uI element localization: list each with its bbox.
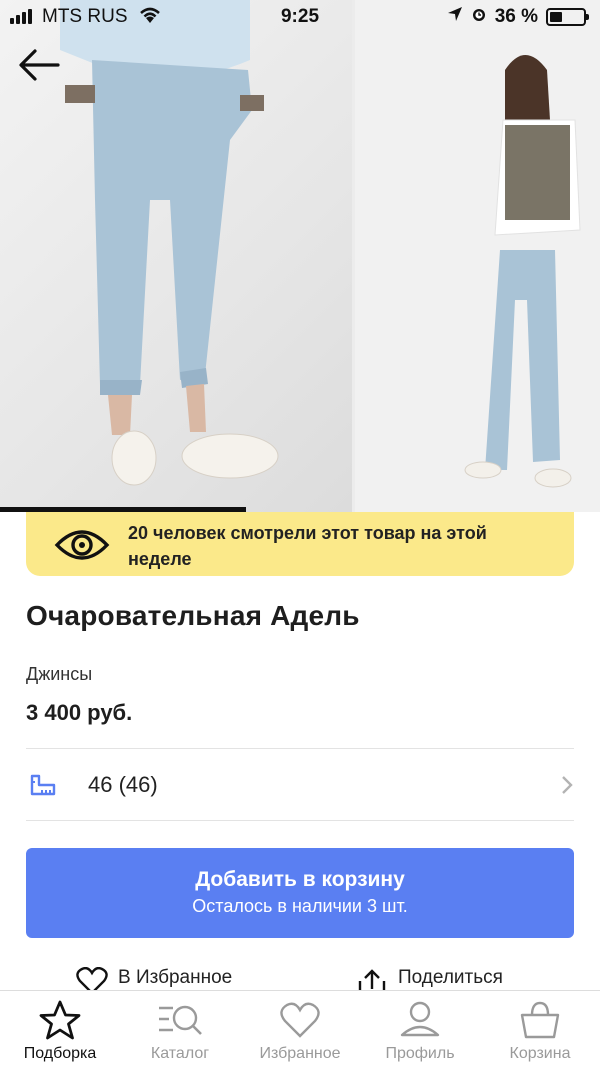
size-value: 46 (46) xyxy=(88,772,158,797)
add-to-cart-label: Добавить в корзину xyxy=(195,868,405,891)
chevron-right-icon xyxy=(560,774,574,801)
star-icon xyxy=(39,1000,81,1040)
alarm-icon xyxy=(471,6,487,28)
product-photo-secondary[interactable] xyxy=(355,0,600,512)
add-to-favorites-label: В Избранное xyxy=(118,967,233,988)
heart-icon xyxy=(76,967,108,990)
tab-favorites[interactable]: Избранное xyxy=(240,991,360,1063)
back-button[interactable] xyxy=(16,46,62,84)
add-to-cart-button[interactable]: Добавить в корзину Осталось в наличии 3 … xyxy=(26,848,574,938)
tab-cart[interactable]: Корзина xyxy=(480,991,600,1063)
size-selector[interactable]: 46 (46) xyxy=(0,752,600,818)
product-photo-gallery[interactable] xyxy=(0,0,600,512)
tab-label: Подборка xyxy=(23,1045,97,1062)
tab-catalog[interactable]: Каталог xyxy=(120,991,240,1063)
tab-label: Избранное xyxy=(259,1045,341,1062)
tab-label: Каталог xyxy=(150,1045,210,1062)
tab-label: Корзина xyxy=(509,1045,571,1062)
tab-podborka[interactable]: Подборка xyxy=(0,991,120,1063)
product-category: Джинсы xyxy=(26,664,93,684)
stock-info: Осталось в наличии 3 шт. xyxy=(192,896,408,916)
arrow-left-icon xyxy=(19,49,60,81)
ruler-icon xyxy=(30,774,56,801)
tab-profile[interactable]: Профиль xyxy=(360,991,480,1063)
product-price: 3 400 руб. xyxy=(26,700,133,725)
add-to-favorites-button[interactable]: В Избранное xyxy=(76,967,232,990)
divider xyxy=(26,748,574,749)
divider xyxy=(26,820,574,821)
product-title: Очаровательная Адель xyxy=(26,600,360,631)
location-icon xyxy=(447,6,463,28)
basket-icon xyxy=(520,1001,560,1039)
secondary-actions: В Избранное Поделиться xyxy=(0,965,600,990)
eye-icon xyxy=(54,525,110,570)
views-notice: 20 человек смотрели этот товар на этой н… xyxy=(26,512,574,576)
catalog-icon xyxy=(159,1005,202,1035)
bottom-tab-bar: Подборка Каталог Избранное Профиль Корзи… xyxy=(0,990,600,1067)
tab-label: Профиль xyxy=(385,1045,455,1062)
share-label: Поделиться xyxy=(398,967,503,988)
views-notice-text: 20 человек смотрели этот товар на этой н… xyxy=(128,523,487,569)
profile-icon xyxy=(400,1001,440,1037)
battery-icon xyxy=(546,8,589,26)
heart-icon xyxy=(280,1002,320,1038)
status-bar: MTS RUS 9:25 36 % xyxy=(0,0,600,34)
share-button[interactable]: Поделиться xyxy=(356,967,503,990)
share-icon xyxy=(358,969,386,990)
battery-percent: 36 % xyxy=(494,6,538,27)
